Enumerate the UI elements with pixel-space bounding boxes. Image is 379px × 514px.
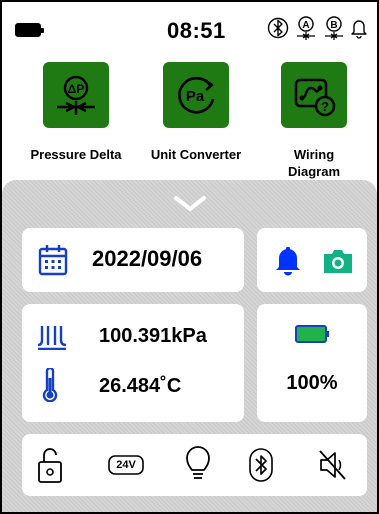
pressure-gauge-icon xyxy=(37,326,67,350)
status-bar: 08:51 A B xyxy=(2,2,377,54)
quick-panel: 2022/09/06 100.391kPa 26.484˚C 100% 24V xyxy=(2,180,377,512)
date-card[interactable]: 2022/09/06 xyxy=(22,228,244,292)
toggle-bar: 24V xyxy=(22,434,367,496)
app-unit-converter[interactable]: Pa Unit Converter xyxy=(150,62,242,163)
app-wiring-diagram[interactable]: ? Wiring Diagram xyxy=(268,62,360,180)
thermometer-icon xyxy=(42,368,58,402)
app-label: Unit Converter xyxy=(150,147,242,162)
app-pressure-delta[interactable]: ΔP Pressure Delta xyxy=(30,62,122,163)
svg-text:?: ? xyxy=(321,99,329,114)
status-icons: A B xyxy=(267,15,367,41)
svg-text:Pa: Pa xyxy=(186,88,205,105)
bluetooth-toggle-icon[interactable] xyxy=(248,447,274,483)
app-tile[interactable]: ? xyxy=(281,62,347,128)
wiring-diagram-icon: ? xyxy=(294,78,336,117)
bluetooth-icon xyxy=(267,15,289,41)
power-24v-toggle[interactable]: 24V xyxy=(108,455,144,475)
power-24v-label: 24V xyxy=(116,459,136,471)
unlock-icon[interactable] xyxy=(36,446,64,484)
app-tile[interactable]: ΔP xyxy=(43,62,109,128)
pressure-delta-icon: ΔP xyxy=(57,75,95,115)
battery-percent: 100% xyxy=(286,372,338,394)
clock-time: 08:51 xyxy=(167,18,226,43)
chevron-down-icon[interactable] xyxy=(172,194,208,219)
lightbulb-icon[interactable] xyxy=(185,445,211,483)
camera-icon[interactable] xyxy=(323,248,353,274)
app-label: Pressure Delta xyxy=(30,147,122,162)
app-tile[interactable]: Pa xyxy=(163,62,229,128)
svg-text:ΔP: ΔP xyxy=(68,82,85,96)
device-screen: 08:51 A B ΔP Pressure Delta Pa Unit Conv… xyxy=(0,0,379,514)
battery-icon xyxy=(15,23,44,37)
mute-icon[interactable] xyxy=(318,448,348,482)
svg-text:B: B xyxy=(330,20,337,31)
app-label: Wiring Diagram xyxy=(287,147,341,179)
battery-card: 100% xyxy=(257,304,367,422)
date-value: 2022/09/06 xyxy=(92,246,203,271)
alerts-card xyxy=(257,228,367,292)
channel-b-icon: B xyxy=(323,15,345,41)
pressure-value: 100.391kPa xyxy=(99,325,207,347)
svg-text:A: A xyxy=(302,20,309,31)
calendar-icon xyxy=(38,245,68,276)
alarm-bell-icon[interactable] xyxy=(274,246,302,276)
measurement-card: 100.391kPa 26.484˚C xyxy=(22,304,244,422)
channel-a-icon: A xyxy=(295,15,317,41)
unit-converter-icon: Pa xyxy=(178,76,215,114)
temperature-value: 26.484˚C xyxy=(99,375,182,397)
battery-level-icon xyxy=(295,325,329,343)
bell-outline-icon xyxy=(351,15,367,41)
